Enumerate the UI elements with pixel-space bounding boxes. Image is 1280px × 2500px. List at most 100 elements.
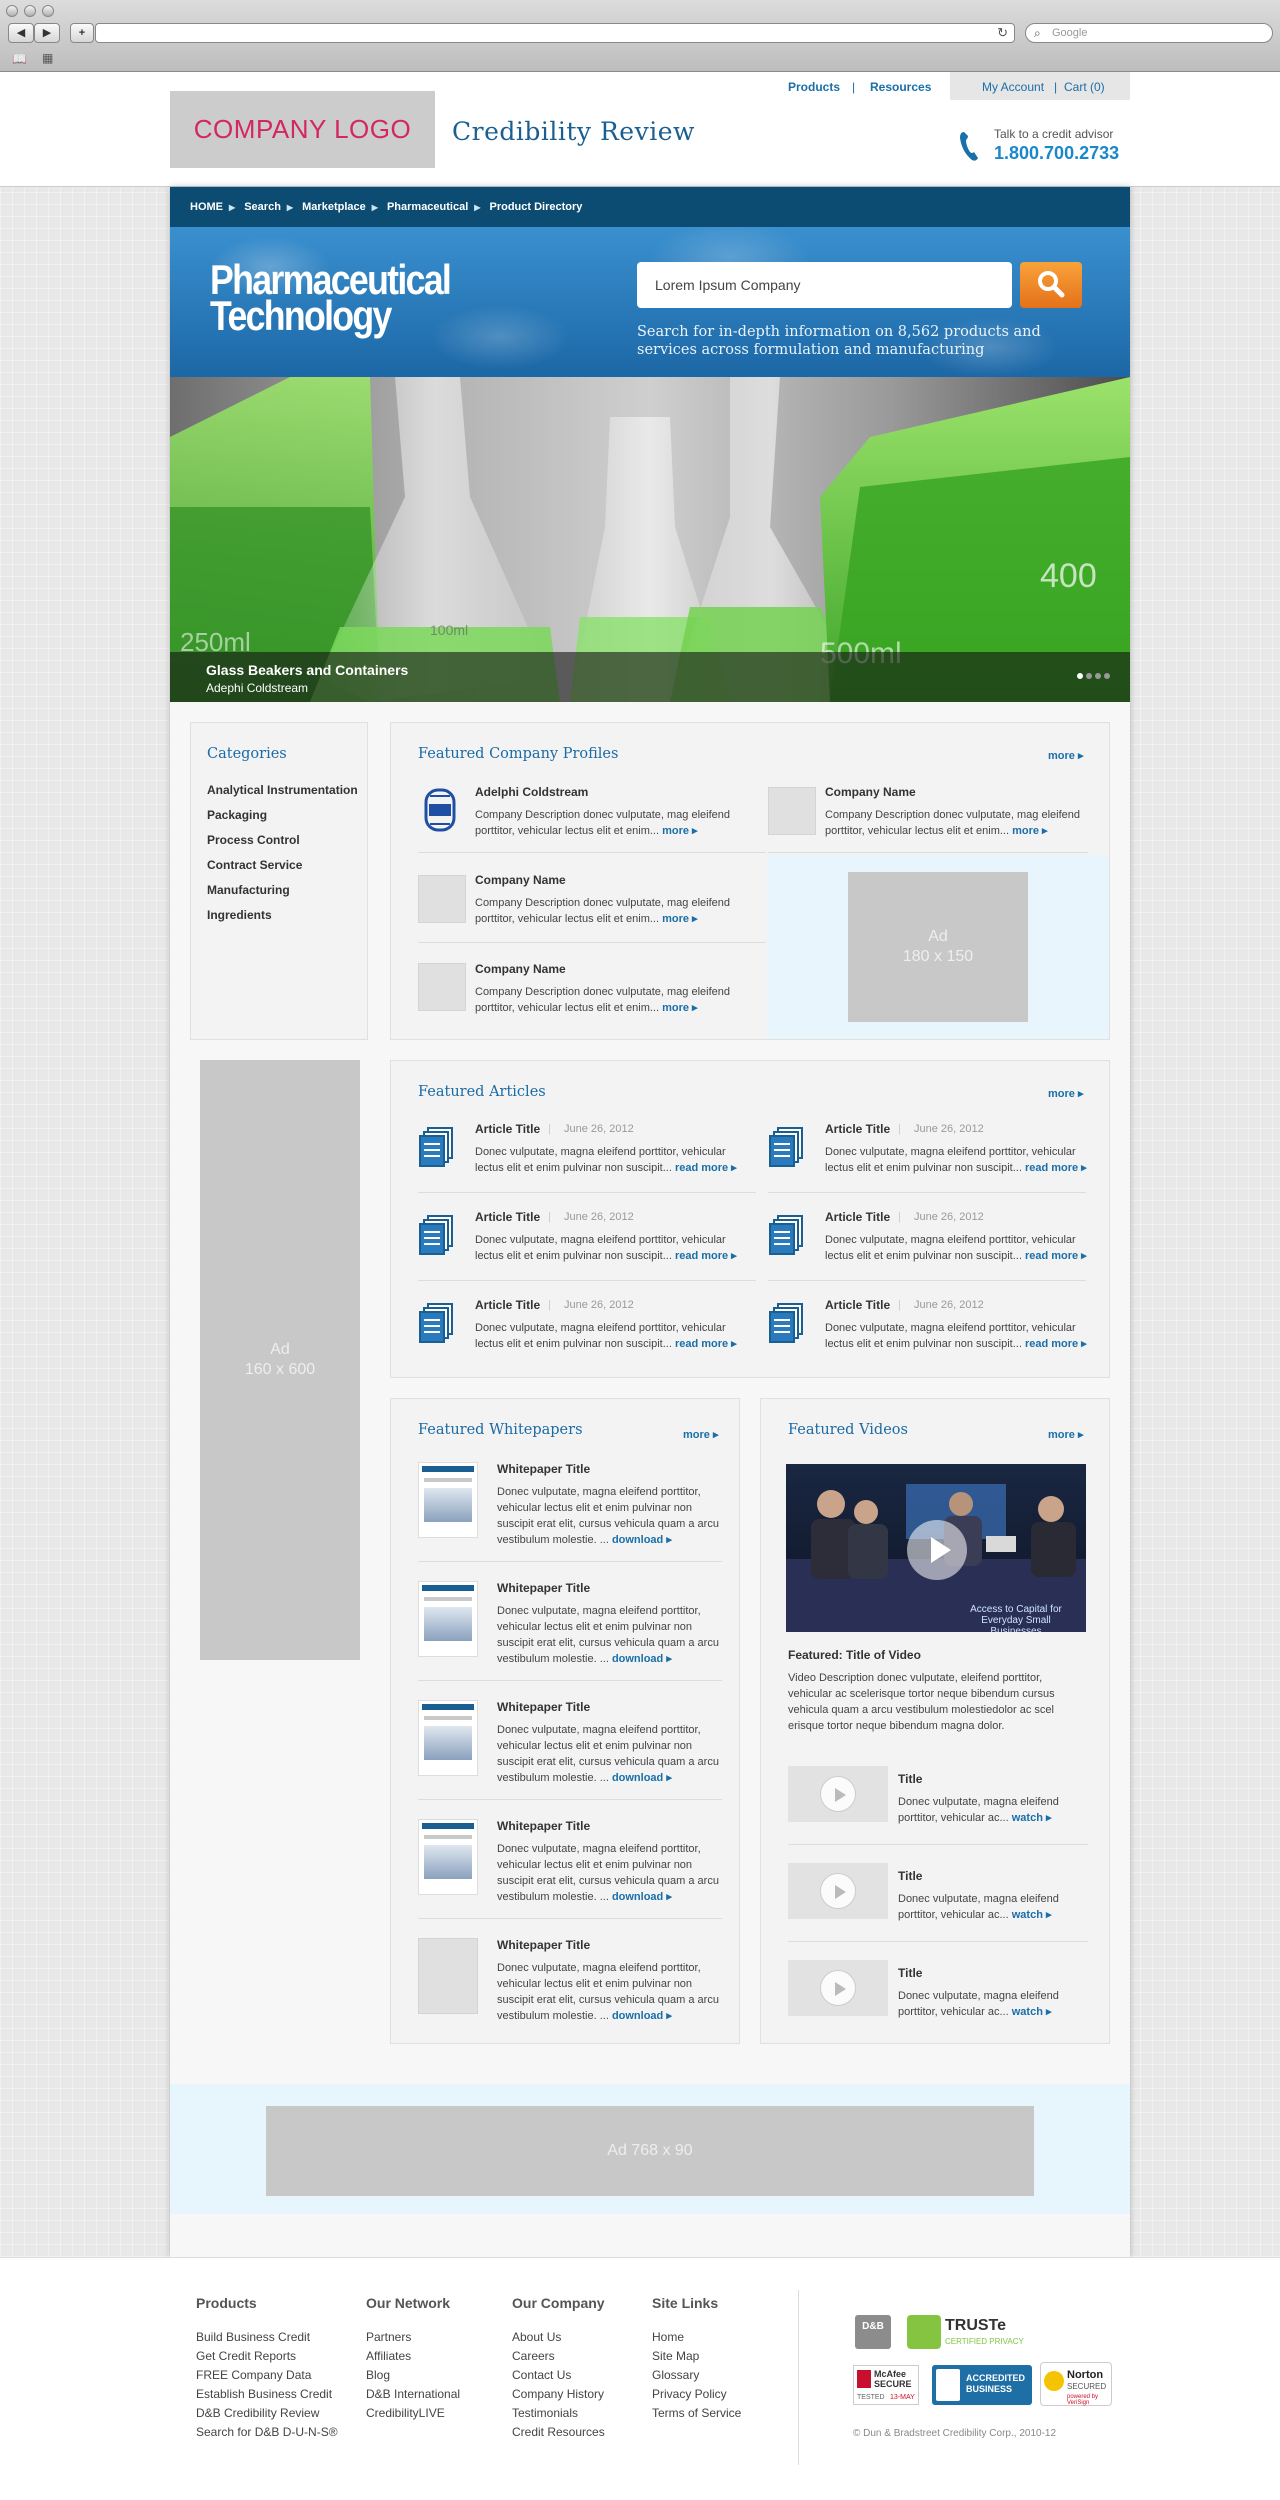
profile-name[interactable]: Company Name (825, 785, 916, 799)
search-button[interactable] (1020, 262, 1082, 308)
whitepaper-title[interactable]: Whitepaper Title (497, 1581, 590, 1595)
featured-video-player[interactable]: Access to Capital for Everyday Small Bus… (786, 1464, 1086, 1632)
truste-badge[interactable]: TRUSTe CERTIFIED PRIVACY (907, 2315, 1024, 2353)
window-minimize-icon[interactable] (24, 5, 36, 17)
read-more-link[interactable]: read more ▸ (675, 1338, 737, 1350)
read-more-link[interactable]: read more ▸ (1025, 1338, 1087, 1350)
new-tab-icon[interactable]: + (70, 23, 94, 43)
footer-link[interactable]: D&B Credibility Review (196, 2406, 319, 2420)
read-more-link[interactable]: read more ▸ (1025, 1162, 1087, 1174)
whitepaper-thumbnail[interactable] (418, 1819, 478, 1895)
breadcrumb-search[interactable]: Search (244, 201, 281, 213)
footer-link[interactable]: CredibilityLIVE (366, 2406, 445, 2420)
dnb-badge[interactable]: D&B (855, 2315, 891, 2349)
company-search-input[interactable] (637, 262, 1012, 308)
featured-video-title[interactable]: Featured: Title of Video (788, 1648, 921, 1662)
footer-link[interactable]: Glossary (652, 2368, 699, 2382)
footer-link[interactable]: D&B International (366, 2387, 460, 2401)
carousel-dot[interactable] (1086, 673, 1092, 679)
play-icon[interactable] (820, 1776, 856, 1812)
video-thumbnail[interactable] (788, 1960, 888, 2016)
article-title[interactable]: Article Title (825, 1210, 890, 1224)
article-title[interactable]: Article Title (475, 1210, 540, 1224)
nav-cart-link[interactable]: Cart (0) (1064, 80, 1105, 94)
footer-link[interactable]: Credit Resources (512, 2425, 605, 2439)
footer-link[interactable]: Company History (512, 2387, 604, 2401)
profile-more-link[interactable]: more ▸ (662, 913, 697, 925)
nav-my-account-link[interactable]: My Account (982, 80, 1044, 94)
norton-badge[interactable]: Norton SECURED powered by VeriSign (1040, 2362, 1112, 2406)
carousel-dot[interactable] (1104, 673, 1110, 679)
ad-160x600[interactable]: Ad 160 x 600 (200, 1060, 360, 1660)
breadcrumb-pharmaceutical[interactable]: Pharmaceutical (387, 201, 468, 213)
profile-name[interactable]: Company Name (475, 962, 566, 976)
footer-link[interactable]: Site Map (652, 2349, 699, 2363)
address-bar[interactable]: ↻ (95, 23, 1015, 43)
download-link[interactable]: download ▸ (612, 1534, 672, 1546)
download-link[interactable]: download ▸ (612, 1653, 672, 1665)
category-link[interactable]: Packaging (207, 808, 267, 822)
read-more-link[interactable]: read more ▸ (675, 1162, 737, 1174)
footer-link[interactable]: Get Credit Reports (196, 2349, 296, 2363)
video-title[interactable]: Title (898, 1772, 922, 1786)
footer-link[interactable]: Establish Business Credit (196, 2387, 332, 2401)
category-link[interactable]: Analytical Instrumentation (207, 783, 358, 797)
footer-link[interactable]: Home (652, 2330, 684, 2344)
whitepaper-thumbnail[interactable] (418, 1462, 478, 1538)
footer-link[interactable]: Search for D&B D-U-N-S® (196, 2425, 338, 2439)
breadcrumb-marketplace[interactable]: Marketplace (302, 201, 366, 213)
whitepaper-thumbnail[interactable] (418, 1581, 478, 1657)
hero-carousel[interactable]: 400 500ml 100ml 250ml Glass Beakers and … (170, 377, 1130, 702)
profile-more-link[interactable]: more ▸ (662, 1002, 697, 1014)
footer-link[interactable]: Partners (366, 2330, 411, 2344)
footer-link[interactable]: Build Business Credit (196, 2330, 310, 2344)
whitepaper-title[interactable]: Whitepaper Title (497, 1462, 590, 1476)
hero-title[interactable]: Glass Beakers and Containers (206, 662, 1130, 678)
footer-link[interactable]: Affiliates (366, 2349, 411, 2363)
window-close-icon[interactable] (6, 5, 18, 17)
whitepaper-title[interactable]: Whitepaper Title (497, 1938, 590, 1952)
footer-link[interactable]: Careers (512, 2349, 555, 2363)
footer-link[interactable]: FREE Company Data (196, 2368, 311, 2382)
download-link[interactable]: download ▸ (612, 1891, 672, 1903)
company-logo[interactable]: COMPANY LOGO (170, 91, 435, 168)
download-link[interactable]: download ▸ (612, 1772, 672, 1784)
carousel-dot-active[interactable] (1077, 673, 1083, 679)
nav-products-link[interactable]: Products (788, 80, 840, 94)
breadcrumb-home[interactable]: HOME (190, 201, 223, 213)
watch-link[interactable]: watch ▸ (1012, 1812, 1052, 1824)
article-title[interactable]: Article Title (475, 1122, 540, 1136)
nav-resources-link[interactable]: Resources (870, 80, 931, 94)
back-icon[interactable]: ◀ (8, 23, 34, 43)
watch-link[interactable]: watch ▸ (1012, 2006, 1052, 2018)
article-title[interactable]: Article Title (825, 1122, 890, 1136)
bookmarks-icon[interactable]: 📖 (12, 52, 27, 66)
footer-link[interactable]: About Us (512, 2330, 561, 2344)
ad-180x150[interactable]: Ad 180 x 150 (848, 872, 1028, 1022)
category-link[interactable]: Manufacturing (207, 883, 290, 897)
ad-768x90[interactable]: Ad 768 x 90 (266, 2106, 1034, 2196)
forward-icon[interactable]: ▶ (34, 23, 60, 43)
whitepaper-thumbnail[interactable] (418, 1938, 478, 2014)
article-title[interactable]: Article Title (475, 1298, 540, 1312)
whitepaper-title[interactable]: Whitepaper Title (497, 1819, 590, 1833)
reload-icon[interactable]: ↻ (997, 25, 1008, 41)
footer-link[interactable]: Privacy Policy (652, 2387, 727, 2401)
profiles-more-link[interactable]: more ▸ (1048, 749, 1083, 762)
article-title[interactable]: Article Title (825, 1298, 890, 1312)
pharmaceutical-technology-logo[interactable]: Pharmaceutical Technology (210, 259, 452, 337)
videos-more-link[interactable]: more ▸ (1048, 1428, 1083, 1441)
play-icon[interactable] (820, 1970, 856, 2006)
articles-more-link[interactable]: more ▸ (1048, 1087, 1083, 1100)
browser-search-input[interactable]: ⌕ Google (1025, 23, 1273, 43)
video-thumbnail[interactable] (788, 1766, 888, 1822)
mcafee-badge[interactable]: McAfee SECURE TESTED 13-MAY (853, 2365, 919, 2405)
category-link[interactable]: Ingredients (207, 908, 272, 922)
bbb-badge[interactable]: ACCREDITED BUSINESS (932, 2365, 1032, 2405)
profile-more-link[interactable]: more ▸ (662, 825, 697, 837)
download-link[interactable]: download ▸ (612, 2010, 672, 2022)
footer-link[interactable]: Contact Us (512, 2368, 571, 2382)
whitepaper-thumbnail[interactable] (418, 1700, 478, 1776)
play-icon[interactable] (907, 1520, 967, 1580)
video-title[interactable]: Title (898, 1869, 922, 1883)
